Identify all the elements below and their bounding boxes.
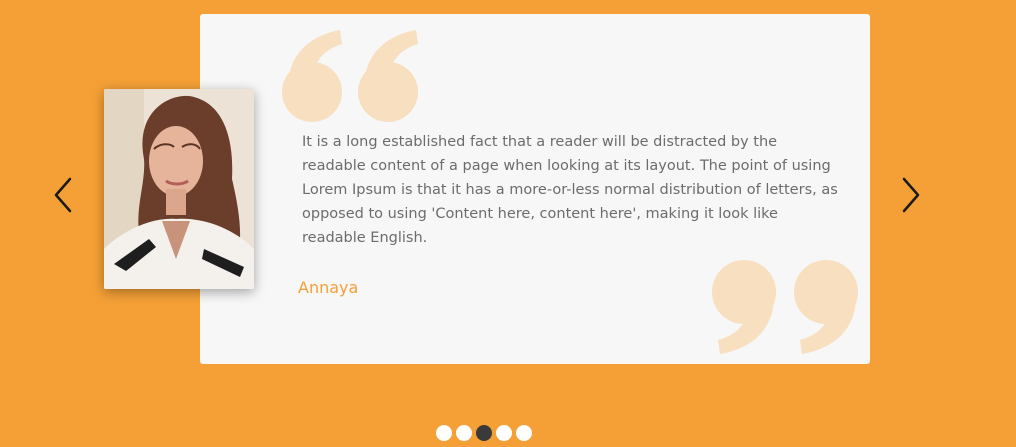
carousel-dot[interactable] [436, 425, 452, 441]
carousel-dot[interactable] [496, 425, 512, 441]
carousel-dot-active[interactable] [476, 425, 492, 441]
chevron-right-icon[interactable] [896, 175, 924, 215]
author-photo [104, 89, 254, 289]
testimonial-quote: It is a long established fact that a rea… [302, 134, 838, 246]
testimonial-author: Annaya [298, 278, 359, 297]
testimonial-card: It is a long established fact that a rea… [200, 14, 870, 364]
carousel-pagination [436, 425, 532, 441]
open-quote-icon [282, 30, 418, 122]
carousel-dot[interactable] [456, 425, 472, 441]
chevron-left-icon[interactable] [50, 175, 78, 215]
close-quote-icon [712, 260, 858, 354]
carousel-dot[interactable] [516, 425, 532, 441]
